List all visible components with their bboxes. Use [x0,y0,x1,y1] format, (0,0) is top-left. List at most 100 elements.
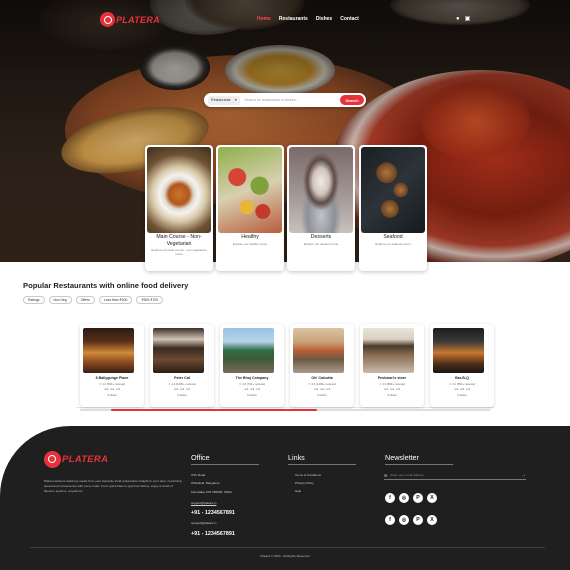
mail-icon: ✉ [384,472,388,478]
restaurant-name: Oh! Calcutta [311,376,333,380]
restaurant-meta: null, null, null [313,387,331,391]
restaurant-name: The Bhoj Company [235,376,269,380]
category-card-seafood[interactable]: Seafood Explore our seafood menu [359,145,427,271]
x-icon[interactable]: X [427,493,437,503]
footer-email-link[interactable]: support@platera.in [191,501,216,505]
nav-link-dishes[interactable]: Dishes [316,16,332,22]
arrow-right-icon[interactable]: → [521,472,526,478]
carousel-scrollbar-thumb[interactable] [111,408,317,411]
restaurant-city: Kolkata [107,393,117,397]
restaurant-image [363,328,414,373]
search-input[interactable]: Search for restaurants or dishes... [244,98,340,102]
search-bar: Restaurants ▼ Search for restaurants or … [204,93,366,107]
footer-link-privacy[interactable]: Privacy Policy [295,481,314,485]
social-links: f ◎ P X [385,493,437,503]
category-title: Healthy [241,234,259,240]
filter-chip-non-veg[interactable]: Non-Veg [48,296,72,304]
filter-chips: Ratings Non-Veg Offers Less than ₹300 ₹3… [23,296,164,304]
restaurant-image [153,328,204,373]
restaurant-meta: null, null, null [453,387,471,391]
restaurant-card[interactable]: Peter Cat ★ 4.4 (1000+ reviews) null, nu… [150,324,214,407]
restaurant-image [223,328,274,373]
newsletter-email-input[interactable]: ✉ Enter your email address → [384,471,526,480]
pinterest-icon[interactable]: P [413,515,423,525]
footer-office-line: Karnataka, PIN 560066, INDIA [191,490,232,494]
brand-name: PLATERA [116,14,160,25]
restaurant-city: Kolkata [247,393,257,397]
restaurant-image [293,328,344,373]
footer-link-terms[interactable]: Terms & Conditions [295,473,321,477]
cart-icon[interactable]: ▣ [465,16,471,22]
category-card-healthy[interactable]: Healthy Explore our healthy menu [216,145,284,271]
search-button[interactable]: Search [340,95,364,105]
category-title: Desserts [310,234,332,240]
main-nav: Home Restaurants Dishes Contact [257,16,367,22]
filter-chip-300-700[interactable]: ₹300-₹700 [136,296,164,304]
pinterest-icon[interactable]: P [413,493,423,503]
restaurant-meta: null, null, null [383,387,401,391]
footer-about-text: Platera delivers delicious meals from yo… [44,479,182,493]
facebook-icon[interactable]: f [385,493,395,503]
footer-email-link[interactable]: support@platera.in [191,521,216,525]
category-card-desserts[interactable]: Desserts Explore our dessert menu [287,145,355,271]
instagram-icon[interactable]: ◎ [399,515,409,525]
user-icon[interactable]: ● [456,16,460,22]
nav-link-home[interactable]: Home [257,16,271,22]
restaurant-name: Peter Cat [174,376,190,380]
nav-link-restaurants[interactable]: Restaurants [279,16,308,22]
filter-chip-offers[interactable]: Offers [75,296,95,304]
restaurant-card[interactable]: Bar-B-Q ★ 4.1 (650+ reviews) null, null,… [430,324,494,407]
footer-phone: +91 - 1234567891 [191,510,235,516]
x-icon[interactable]: X [427,515,437,525]
category-title: Seafood [383,234,403,240]
restaurant-image [433,328,484,373]
restaurant-meta: null, null, null [103,387,121,391]
category-title: Main Course - Non-Vegetarian [156,234,202,247]
footer-office-heading: Office [191,453,210,462]
category-card-main-course[interactable]: Main Course - Non-Vegetarian Explore our… [145,145,213,271]
footer-office-line: Whitefield, Bangalore [191,481,220,485]
category-description: Explore our healthy menu [232,242,268,246]
footer-office-line: ITPL Road [191,473,206,477]
restaurant-city: Kolkata [457,393,467,397]
category-image [218,147,282,233]
restaurant-rating: ★ 4.3 (800+ reviews) [378,382,406,386]
footer-logo[interactable]: PLATERA [44,451,108,468]
category-image [289,147,353,233]
restaurant-rating: ★ 4.0 (700+ reviews) [238,382,266,386]
star-icon: ★ [98,382,102,386]
filter-chip-ratings[interactable]: Ratings [23,296,45,304]
logo-icon [100,12,115,27]
restaurant-card[interactable]: The Bhoj Company ★ 4.0 (700+ reviews) nu… [220,324,284,407]
chevron-down-icon: ▼ [234,98,238,102]
category-description: Explore our main course - non vegetarian… [151,248,207,256]
search-type-select[interactable]: Restaurants ▼ [208,95,241,105]
category-image [147,147,211,233]
filter-chip-under-300[interactable]: Less than ₹300 [98,296,133,304]
restaurant-rating: ★ 4.2 (500+ reviews) [98,382,126,386]
footer-office-underline [191,464,259,465]
instagram-icon[interactable]: ◎ [399,493,409,503]
restaurant-image [83,328,134,373]
footer-copyright: Platera © 2024 - All Rights Reserved [260,554,310,558]
category-description: Explore our seafood menu [375,242,411,246]
footer-links-heading: Links [288,453,305,462]
footer [0,426,570,570]
restaurant-card[interactable]: Oh! Calcutta ★ 4.5 (1200+ reviews) null,… [290,324,354,407]
brand-logo[interactable]: PLATERA [100,12,160,27]
restaurant-meta: null, null, null [243,387,261,391]
restaurant-city: Kolkata [387,393,397,397]
restaurant-card[interactable]: 8 Ballygunge Place ★ 4.2 (500+ reviews) … [80,324,144,407]
footer-phone: +91 - 1234567891 [191,531,235,537]
section-title: Popular Restaurants with online food del… [23,281,189,290]
social-links-secondary: f ◎ P X [385,515,437,525]
footer-brand-name: PLATERA [62,454,109,465]
nav-icons: ● ▣ [456,16,470,22]
facebook-icon[interactable]: f [385,515,395,525]
footer-link-help[interactable]: Help [295,489,301,493]
restaurant-card[interactable]: Peshawri's store ★ 4.3 (800+ reviews) nu… [360,324,424,407]
footer-newsletter-heading: Newsletter [385,453,419,462]
nav-link-contact[interactable]: Contact [340,16,359,22]
star-icon: ★ [378,382,382,386]
category-description: Explore our dessert menu [303,242,339,246]
